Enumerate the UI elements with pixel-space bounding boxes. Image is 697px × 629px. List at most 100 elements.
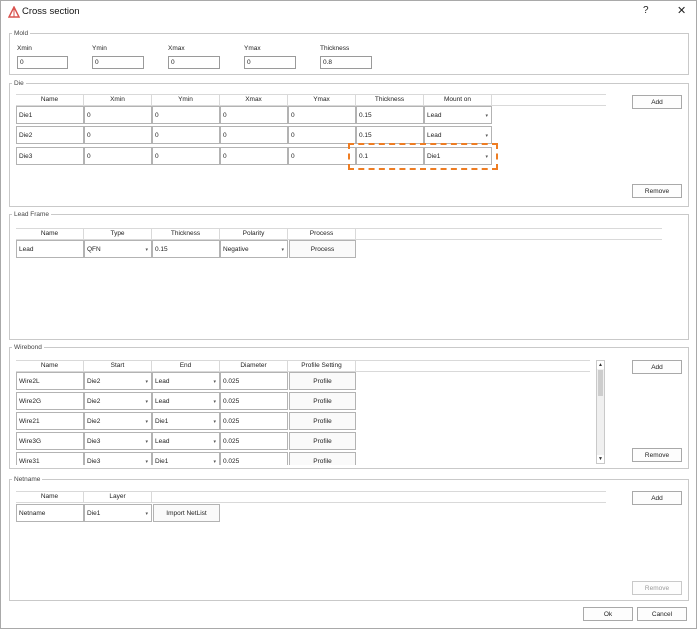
wire2g-diameter-cell[interactable]: 0.025	[220, 392, 288, 410]
title-bar: Cross section ? ✕	[1, 1, 696, 23]
die1-xmin-cell[interactable]: 0	[84, 106, 152, 124]
die1-thickness-cell[interactable]: 0.15	[356, 106, 424, 124]
wire2g-end-dropdown[interactable]: Lead ▾	[152, 392, 220, 410]
die2-ymin-cell[interactable]: 0	[152, 126, 220, 144]
wire3g-name-cell[interactable]: Wire3G	[16, 432, 84, 450]
die1-ymin-cell[interactable]: 0	[152, 106, 220, 124]
ymin-input[interactable]: 0	[92, 56, 144, 69]
close-icon[interactable]: ✕	[677, 4, 686, 17]
die1-name-cell[interactable]: Die1	[16, 106, 84, 124]
chevron-down-icon: ▾	[213, 419, 216, 425]
help-icon[interactable]: ?	[643, 5, 649, 16]
wirebond-scrollbar[interactable]: ▲ ▼	[596, 360, 605, 464]
cross-section-dialog: Cross section ? ✕ Mold Xmin 0 Ymin 0 Xma…	[0, 0, 697, 629]
die2-mount-dropdown[interactable]: Lead ▾	[424, 126, 492, 144]
wire31-end-dropdown[interactable]: Die1 ▾	[152, 452, 220, 465]
die1-xmax-cell[interactable]: 0	[220, 106, 288, 124]
wire3g-diameter-cell[interactable]: 0.025	[220, 432, 288, 450]
cancel-button[interactable]: Cancel	[637, 607, 687, 621]
lead-type-dropdown[interactable]: QFN ▾	[84, 240, 152, 258]
xmax-label: Xmax	[168, 45, 185, 52]
wire3g-start-dropdown[interactable]: Die3 ▾	[84, 432, 152, 450]
chevron-down-icon: ▾	[145, 511, 148, 517]
die-header-xmin: Xmin	[84, 95, 152, 105]
wire3g-profile-button[interactable]: Profile	[289, 432, 356, 450]
chevron-down-icon: ▾	[145, 459, 148, 465]
die3-xmin-cell[interactable]: 0	[84, 147, 152, 165]
wire-header-end: End	[152, 361, 220, 371]
die-header-ymax: Ymax	[288, 95, 356, 105]
wirebond-group: Wirebond Name Start End Diameter Profile…	[9, 343, 689, 469]
die3-ymin-cell[interactable]: 0	[152, 147, 220, 165]
wire21-diameter-cell[interactable]: 0.025	[220, 412, 288, 430]
wirebond-table-header: Name Start End Diameter Profile Setting	[16, 360, 590, 372]
lead-name-cell[interactable]: Lead	[16, 240, 84, 258]
die3-ymax-cell[interactable]: 0	[288, 147, 356, 165]
wire21-end-value: Die1	[155, 418, 169, 425]
netname-remove-button[interactable]: Remove	[632, 581, 682, 595]
wirebond-remove-button[interactable]: Remove	[632, 448, 682, 462]
wire2g-profile-button[interactable]: Profile	[289, 392, 356, 410]
scrollbar-thumb[interactable]	[598, 370, 603, 396]
wire2g-start-value: Die2	[87, 398, 101, 405]
wire31-start-dropdown[interactable]: Die3 ▾	[84, 452, 152, 465]
netname-name-cell[interactable]: Netname	[16, 504, 84, 522]
wire21-name-cell[interactable]: Wire21	[16, 412, 84, 430]
wire3g-end-dropdown[interactable]: Lead ▾	[152, 432, 220, 450]
wirebond-legend: Wirebond	[12, 343, 44, 352]
lead-polarity-dropdown[interactable]: Negative ▾	[220, 240, 288, 258]
die3-xmax-cell[interactable]: 0	[220, 147, 288, 165]
wire2l-end-dropdown[interactable]: Lead ▾	[152, 372, 220, 390]
wire2l-profile-button[interactable]: Profile	[289, 372, 356, 390]
die-remove-button[interactable]: Remove	[632, 184, 682, 198]
wirebond-add-button[interactable]: Add	[632, 360, 682, 374]
wire2l-start-dropdown[interactable]: Die2 ▾	[84, 372, 152, 390]
xmax-input[interactable]: 0	[168, 56, 220, 69]
wire21-profile-button[interactable]: Profile	[289, 412, 356, 430]
netname-group: Netname Name Layer Netname Die1 ▾ Import …	[9, 475, 689, 601]
die-header-name: Name	[16, 95, 84, 105]
die2-name-cell[interactable]: Die2	[16, 126, 84, 144]
wire31-diameter-cell[interactable]: 0.025	[220, 452, 288, 465]
lead-thickness-cell[interactable]: 0.15	[152, 240, 220, 258]
wire2g-start-dropdown[interactable]: Die2 ▾	[84, 392, 152, 410]
die2-xmax-cell[interactable]: 0	[220, 126, 288, 144]
die2-thickness-cell[interactable]: 0.15	[356, 126, 424, 144]
xmin-input[interactable]: 0	[17, 56, 68, 69]
wire21-end-dropdown[interactable]: Die1 ▾	[152, 412, 220, 430]
chevron-down-icon: ▾	[145, 247, 148, 253]
import-netlist-button[interactable]: Import NetList	[153, 504, 220, 522]
ok-button[interactable]: Ok	[583, 607, 633, 621]
lead-header-process: Process	[288, 229, 356, 239]
wire21-start-dropdown[interactable]: Die2 ▾	[84, 412, 152, 430]
wire2g-name-cell[interactable]: Wire2G	[16, 392, 84, 410]
ymin-label: Ymin	[92, 45, 107, 52]
app-logo-icon	[8, 6, 20, 18]
ymax-input[interactable]: 0	[244, 56, 296, 69]
mold-thickness-input[interactable]: 0.8	[320, 56, 372, 69]
die2-ymax-cell[interactable]: 0	[288, 126, 356, 144]
wire31-name-cell[interactable]: Wire31	[16, 452, 84, 465]
die1-ymax-cell[interactable]: 0	[288, 106, 356, 124]
wire31-profile-button[interactable]: Profile	[289, 452, 356, 465]
chevron-down-icon: ▾	[485, 113, 488, 119]
chevron-down-icon: ▾	[213, 379, 216, 385]
die1-mount-value: Lead	[427, 112, 442, 119]
scroll-down-icon[interactable]: ▼	[597, 455, 604, 463]
process-button[interactable]: Process	[289, 240, 356, 258]
die2-xmin-cell[interactable]: 0	[84, 126, 152, 144]
netname-add-button[interactable]: Add	[632, 491, 682, 505]
lead-type-value: QFN	[87, 246, 101, 253]
wire2l-diameter-cell[interactable]: 0.025	[220, 372, 288, 390]
die1-mount-dropdown[interactable]: Lead ▾	[424, 106, 492, 124]
scroll-up-icon[interactable]: ▲	[597, 361, 604, 369]
net-header-name: Name	[16, 492, 84, 502]
die3-name-cell[interactable]: Die3	[16, 147, 84, 165]
wire31-start-value: Die3	[87, 458, 101, 465]
wire-header-start: Start	[84, 361, 152, 371]
die-add-button[interactable]: Add	[632, 95, 682, 109]
die-header-thickness: Thickness	[356, 95, 424, 105]
chevron-down-icon: ▾	[213, 459, 216, 465]
netname-layer-dropdown[interactable]: Die1 ▾	[84, 504, 152, 522]
wire2l-name-cell[interactable]: Wire2L	[16, 372, 84, 390]
